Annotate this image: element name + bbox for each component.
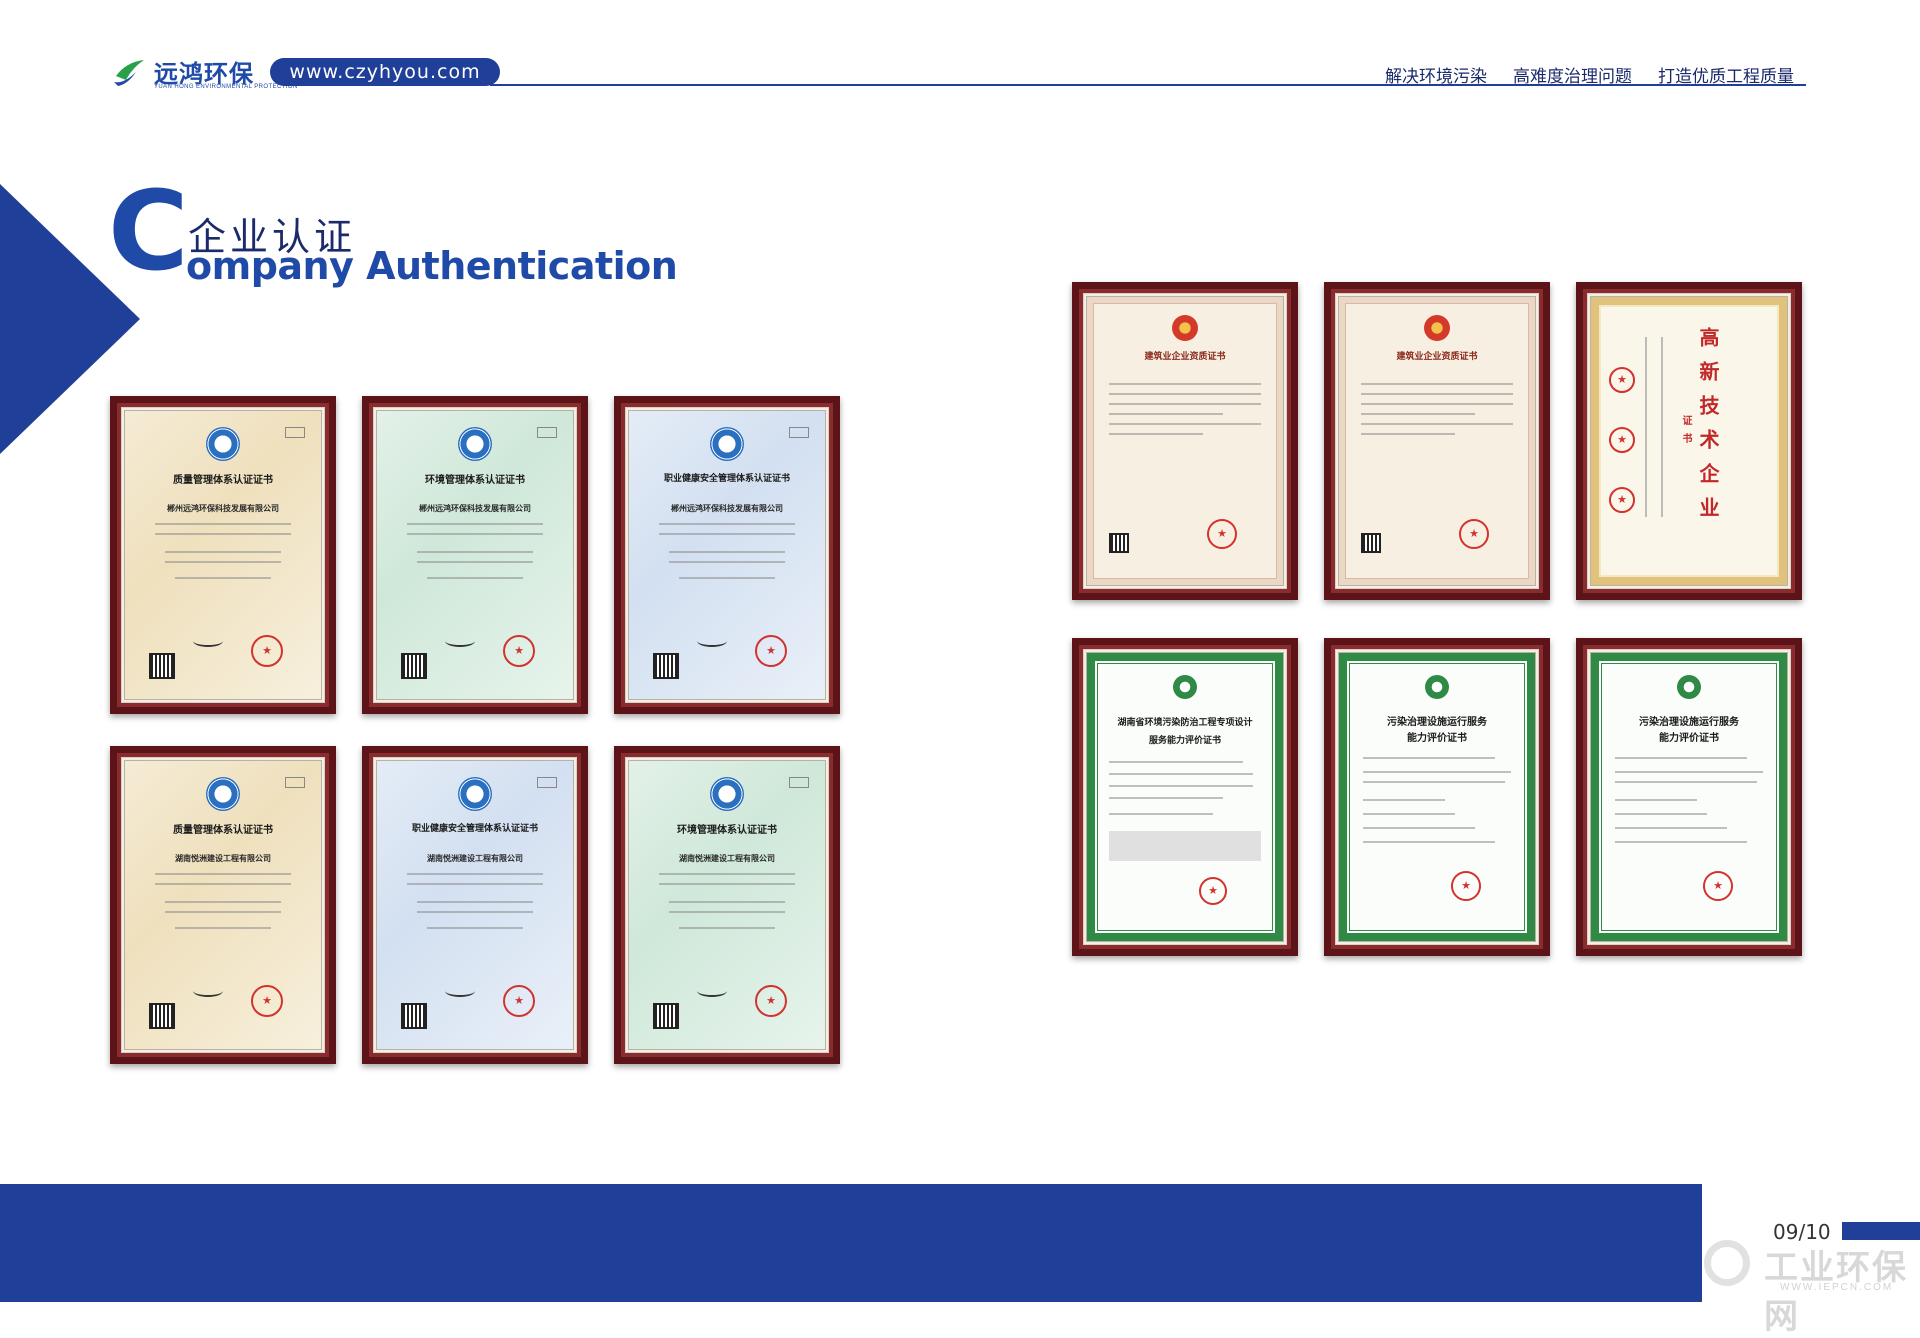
certificate-paper: 污染治理设施运行服务 能力评价证书 bbox=[1338, 652, 1536, 942]
section-title-en: ompany Authentication bbox=[186, 244, 678, 288]
certificate-company: 郴州远鸿环保科技发展有限公司 bbox=[671, 504, 783, 513]
bird-logo-icon bbox=[114, 60, 144, 86]
title-initial: C bbox=[108, 167, 189, 295]
certificate-title: 高新技术企业 bbox=[1696, 327, 1720, 531]
certificate-company: 湖南悦洲建设工程有限公司 bbox=[679, 854, 775, 863]
qr-code-icon bbox=[1361, 533, 1381, 553]
certificate-frame[interactable]: 环境管理体系认证证书 郴州远鸿环保科技发展有限公司 bbox=[362, 396, 588, 714]
qr-code-icon bbox=[1109, 533, 1129, 553]
certificate-paper: 湖南省环境污染防治工程专项设计 服务能力评价证书 bbox=[1086, 652, 1284, 942]
certificate-company: 湖南悦洲建设工程有限公司 bbox=[427, 854, 523, 863]
qr-code-icon bbox=[149, 653, 175, 679]
certificate-company: 湖南悦洲建设工程有限公司 bbox=[175, 854, 271, 863]
slogan-1: 解决环境污染 bbox=[1385, 67, 1487, 87]
red-seal-icon bbox=[1451, 871, 1481, 901]
certificate-paper: 职业健康安全管理体系认证证书 郴州远鸿环保科技发展有限公司 bbox=[628, 410, 826, 700]
certificate-title: 环境管理体系认证证书 bbox=[425, 475, 525, 486]
slogan-2: 高难度治理问题 bbox=[1513, 67, 1632, 87]
red-seal-icon bbox=[503, 635, 535, 667]
qr-code-icon bbox=[653, 653, 679, 679]
certificate-title: 质量管理体系认证证书 bbox=[173, 825, 273, 836]
footer-band bbox=[0, 1184, 1702, 1302]
certificate-paper: 质量管理体系认证证书 湖南悦洲建设工程有限公司 bbox=[124, 760, 322, 1050]
logo-text-en: YUAN HONG ENVIRONMENTAL PROTECTION bbox=[154, 84, 298, 90]
association-emblem-icon bbox=[1173, 675, 1197, 699]
certificate-title: 环境管理体系认证证书 bbox=[677, 825, 777, 836]
red-seal-icon bbox=[755, 985, 787, 1017]
red-seal-icon bbox=[1459, 519, 1489, 549]
company-logo: 远鸿环保 YUAN HONG ENVIRONMENTAL PROTECTION bbox=[112, 52, 297, 94]
slogan-3: 打造优质工程质量 bbox=[1658, 67, 1794, 87]
national-emblem-icon bbox=[1172, 315, 1198, 341]
certificate-paper: 质量管理体系认证证书 郴州远鸿环保科技发展有限公司 bbox=[124, 410, 322, 700]
certificate-title-line2: 能力评价证书 bbox=[1659, 733, 1719, 744]
red-seal-icon bbox=[251, 985, 283, 1017]
certificate-frame[interactable]: 污染治理设施运行服务 能力评价证书 bbox=[1324, 638, 1550, 956]
qr-code-icon bbox=[149, 1003, 175, 1029]
certificate-title-line2: 服务能力评价证书 bbox=[1148, 736, 1221, 746]
certificate-frame[interactable]: 建筑业企业资质证书 bbox=[1324, 282, 1550, 600]
certification-emblem-icon bbox=[458, 777, 492, 811]
certificate-title: 质量管理体系认证证书 bbox=[173, 475, 273, 486]
certificate-paper: 建筑业企业资质证书 bbox=[1338, 296, 1536, 586]
certificate-title: 职业健康安全管理体系认证证书 bbox=[663, 474, 790, 484]
certificate-title-line2: 能力评价证书 bbox=[1407, 733, 1467, 744]
red-seal-icon bbox=[1199, 877, 1227, 905]
certificate-title: 建筑业企业资质证书 bbox=[1144, 352, 1226, 362]
certificate-title-line1: 污染治理设施运行服务 bbox=[1387, 717, 1487, 728]
certificate-frame[interactable]: 建筑业企业资质证书 bbox=[1072, 282, 1298, 600]
red-seal-icon bbox=[503, 985, 535, 1017]
red-seal-icon bbox=[1609, 427, 1635, 453]
certificate-title-line1: 湖南省环境污染防治工程专项设计 bbox=[1117, 718, 1253, 728]
certification-emblem-icon bbox=[710, 777, 744, 811]
certificate-subtitle: 证书 bbox=[1680, 415, 1691, 451]
red-seal-icon bbox=[251, 635, 283, 667]
certificate-frame[interactable]: 质量管理体系认证证书 湖南悦洲建设工程有限公司 bbox=[110, 746, 336, 1064]
certificate-company: 郴州远鸿环保科技发展有限公司 bbox=[419, 504, 531, 513]
certificate-paper: 职业健康安全管理体系认证证书 湖南悦洲建设工程有限公司 bbox=[376, 760, 574, 1050]
certificate-title-line1: 污染治理设施运行服务 bbox=[1639, 717, 1739, 728]
certificate-paper: 高新技术企业 证书 bbox=[1590, 296, 1788, 586]
certificate-company: 郴州远鸿环保科技发展有限公司 bbox=[167, 504, 279, 513]
qr-code-icon bbox=[653, 1003, 679, 1029]
watermark-text-en: WWW.IEPCN.COM bbox=[1780, 1282, 1894, 1293]
red-seal-icon bbox=[1703, 871, 1733, 901]
certificate-frame[interactable]: 环境管理体系认证证书 湖南悦洲建设工程有限公司 bbox=[614, 746, 840, 1064]
certificate-frame[interactable]: 质量管理体系认证证书 郴州远鸿环保科技发展有限公司 bbox=[110, 396, 336, 714]
certificate-paper: 污染治理设施运行服务 能力评价证书 bbox=[1590, 652, 1788, 942]
certificate-frame[interactable]: 职业健康安全管理体系认证证书 郴州远鸿环保科技发展有限公司 bbox=[614, 396, 840, 714]
certificate-frame[interactable]: 污染治理设施运行服务 能力评价证书 bbox=[1576, 638, 1802, 956]
certificate-paper: 环境管理体系认证证书 湖南悦洲建设工程有限公司 bbox=[628, 760, 826, 1050]
certificate-title: 建筑业企业资质证书 bbox=[1396, 352, 1478, 362]
association-emblem-icon bbox=[1677, 675, 1701, 699]
website-url[interactable]: www.czyhyou.com bbox=[270, 58, 500, 86]
certificate-frame[interactable]: 职业健康安全管理体系认证证书 湖南悦洲建设工程有限公司 bbox=[362, 746, 588, 1064]
site-watermark: 工业环保网 WWW.IEPCN.COM bbox=[1700, 1236, 1920, 1337]
certificate-frame[interactable]: 高新技术企业 证书 bbox=[1576, 282, 1802, 600]
qr-code-icon bbox=[401, 1003, 427, 1029]
qr-code-icon bbox=[401, 653, 427, 679]
association-emblem-icon bbox=[1425, 675, 1449, 699]
red-seal-icon bbox=[1609, 367, 1635, 393]
red-seal-icon bbox=[755, 635, 787, 667]
certification-emblem-icon bbox=[206, 427, 240, 461]
certificate-title: 职业健康安全管理体系认证证书 bbox=[411, 824, 538, 834]
certificate-frame[interactable]: 湖南省环境污染防治工程专项设计 服务能力评价证书 bbox=[1072, 638, 1298, 956]
certification-emblem-icon bbox=[458, 427, 492, 461]
certificate-paper: 环境管理体系认证证书 郴州远鸿环保科技发展有限公司 bbox=[376, 410, 574, 700]
red-seal-icon bbox=[1609, 487, 1635, 513]
watermark-logo-icon bbox=[1704, 1240, 1750, 1286]
certification-emblem-icon bbox=[206, 777, 240, 811]
national-emblem-icon bbox=[1424, 315, 1450, 341]
certification-emblem-icon bbox=[710, 427, 744, 461]
certificate-paper: 建筑业企业资质证书 bbox=[1086, 296, 1284, 586]
slogan-bar: 解决环境污染 高难度治理问题 打造优质工程质量 bbox=[1385, 62, 1794, 87]
red-seal-icon bbox=[1207, 519, 1237, 549]
